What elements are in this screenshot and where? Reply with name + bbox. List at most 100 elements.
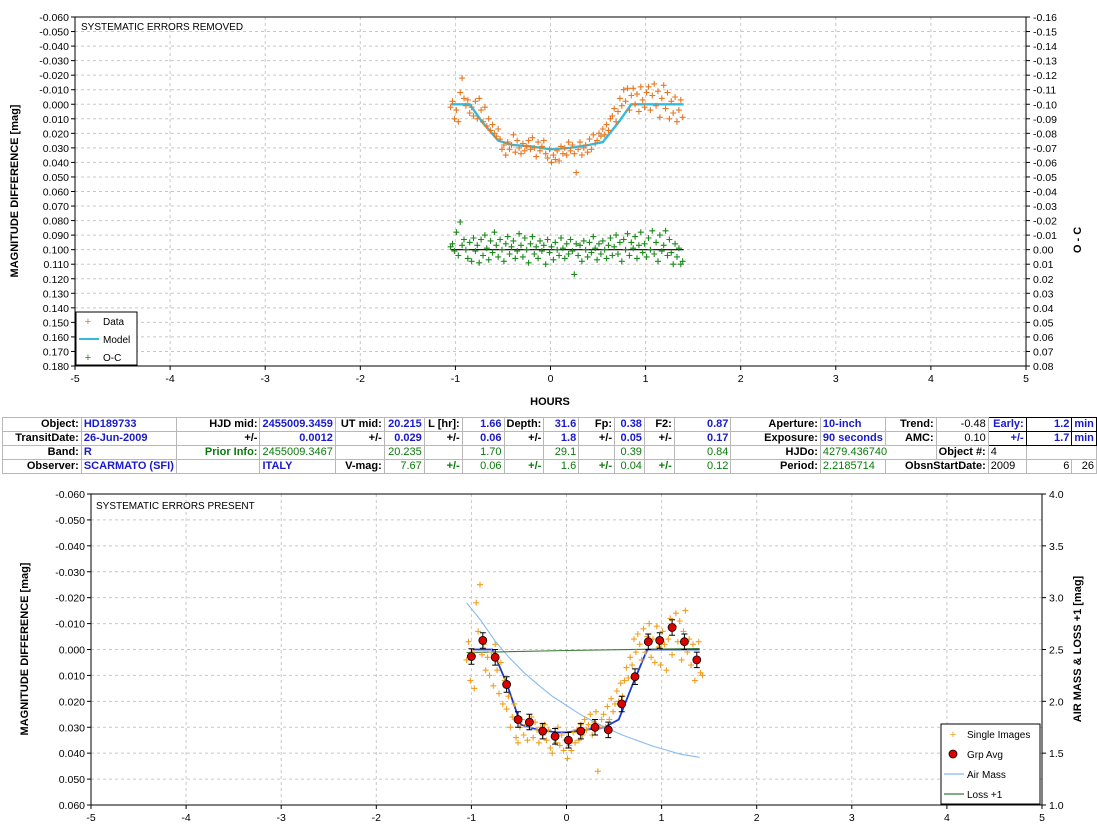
top-point-data (512, 149, 519, 156)
top-y-right-tick-label: -0.08 (1033, 128, 1057, 140)
bottom-y-tick-label: -0.050 (55, 515, 85, 527)
top-point-data (590, 131, 597, 138)
trend-value: -0.48 (935, 417, 989, 432)
top-point-o-c (561, 255, 568, 262)
bottom-y-right-tick-label: 1.0 (1049, 800, 1064, 812)
top-point-o-c (470, 235, 477, 241)
f2-prior-err-pm: +/- (643, 459, 675, 474)
info-table: Object: HD189733 HJD mid: 2455009.3459 U… (2, 417, 1097, 474)
bottom-point-single-images (648, 654, 655, 661)
top-point-data (533, 153, 540, 160)
top-point-o-c (567, 236, 574, 243)
bottom-legend-marker-grp (948, 749, 958, 759)
transit-date-label: TransitDate: (2, 431, 82, 446)
top-y-right-tick-label: 0.00 (1033, 245, 1054, 257)
bottom-point-grp-avg (550, 731, 560, 741)
top-point-o-c (521, 235, 528, 241)
top-point-data (586, 136, 593, 143)
top-point-o-c (533, 243, 540, 250)
period-value: 2.2185714 (819, 459, 886, 474)
top-point-o-c (538, 248, 545, 255)
top-point-data (599, 126, 606, 132)
top-y-tick-label: 0.090 (43, 230, 69, 242)
prior-f2-value: 0.84 (673, 445, 732, 460)
bottom-x-tick-label: 0 (564, 812, 570, 824)
top-point-data (645, 83, 652, 90)
bottom-legend: + Single Images Grp Avg Air Mass Loss +1 (940, 723, 1041, 805)
obsn-start-month: 6 (1025, 459, 1073, 474)
top-point-o-c (651, 251, 658, 257)
f2-prior-err-value: 0.12 (673, 459, 732, 474)
top-point-data (651, 80, 658, 87)
bottom-y-right-tick-label: 2.5 (1049, 645, 1064, 657)
bottom-y-ticks-right: 1.0 1.5 2.0 2.5 3.0 3.5 4.0 (1042, 489, 1064, 812)
top-point-data (455, 118, 462, 125)
info-row-3: Band: R Prior Info: 2455009.3467 20.235 … (2, 445, 1097, 460)
top-point-o-c (584, 253, 591, 260)
bottom-point-grp-avg (502, 680, 512, 689)
top-point-o-c (675, 245, 682, 252)
bottom-y-right-tick-label: 3.0 (1049, 593, 1064, 605)
depth-err-value: 1.8 (543, 431, 580, 446)
top-point-data (635, 108, 642, 115)
bottom-point-single-images (610, 708, 617, 715)
bottom-y-tick-label: -0.060 (55, 489, 85, 501)
top-point-data (672, 94, 679, 100)
top-point-o-c (516, 230, 523, 237)
info-row-4: Observer: SCARMATO (SFI) ITALY V-mag: 7.… (2, 459, 1097, 474)
top-point-data (563, 152, 570, 159)
bottom-point-single-images (467, 677, 474, 684)
top-point-o-c (596, 240, 602, 247)
bottom-point-single-images (513, 734, 520, 741)
top-point-data (489, 121, 496, 128)
top-point-data (459, 75, 466, 82)
bottom-y-tick-label: 0.050 (59, 774, 85, 786)
bottom-chart: -0.060 -0.050 -0.040 -0.030 -0.020 -0.010 0.00… (19, 489, 1084, 824)
object-number-label: Object #: (935, 445, 989, 460)
top-x-tick-label: 3 (833, 373, 839, 385)
band-value: R (80, 445, 177, 460)
bottom-x-tick-label: 4 (944, 812, 950, 824)
bottom-point-single-images (651, 659, 658, 666)
hjd-mid-value: 2455009.3459 (259, 417, 336, 432)
bottom-x-tick-label: 2 (754, 812, 760, 824)
aperture-value: 10-inch (819, 417, 886, 432)
bottom-point-single-images (653, 623, 660, 630)
top-point-data (618, 102, 625, 109)
top-y-right-tick-label: -0.09 (1033, 114, 1057, 126)
bottom-point-single-images (636, 641, 643, 648)
bottom-x-tick-label: -3 (277, 812, 286, 824)
top-point-o-c (618, 258, 625, 265)
f2-err-pm: +/- (643, 431, 675, 446)
top-x-tick-label: 4 (928, 373, 934, 385)
top-point-o-c (510, 237, 517, 244)
top-y-right-tick-label: -0.10 (1033, 99, 1057, 111)
bottom-point-grp-avg (525, 717, 534, 727)
top-point-data (588, 146, 595, 153)
top-point-data (571, 150, 578, 157)
top-point-o-c (647, 246, 654, 253)
bottom-point-single-images (640, 625, 647, 632)
bottom-point-single-images (503, 706, 510, 713)
bottom-point-grp-avg (513, 715, 523, 724)
bottom-point-grp-avg (630, 672, 640, 682)
bottom-point-single-images (631, 636, 637, 643)
top-point-data (529, 134, 536, 141)
aperture-label: Aperture: (730, 417, 821, 432)
top-y-right-tick-label: 0.08 (1033, 361, 1054, 373)
bottom-point-single-images (657, 662, 664, 669)
bottom-point-grp-avg (466, 652, 476, 661)
top-point-o-c (531, 251, 538, 257)
top-point-o-c (615, 251, 621, 257)
depth-prior-err-pm: +/- (503, 459, 545, 474)
bottom-point-grp-avg (603, 725, 613, 735)
bottom-x-tick-label: 1 (659, 812, 665, 824)
top-y-tick-label: 0.030 (43, 143, 69, 155)
bottom-point-grp-avg (617, 699, 627, 709)
top-y-tick-label: -0.060 (39, 12, 69, 24)
bottom-x-tick-label: -5 (86, 812, 95, 824)
top-point-data (643, 89, 650, 96)
bottom-point-single-images (482, 667, 489, 674)
bottom-point-single-images (678, 656, 685, 663)
bottom-point-single-images (515, 739, 521, 746)
